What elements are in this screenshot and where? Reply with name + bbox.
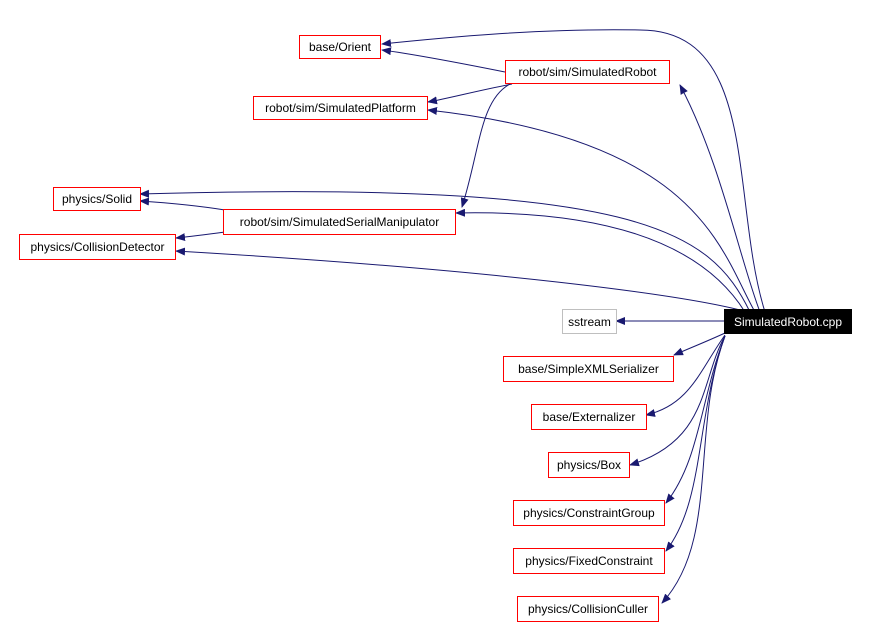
node-root-simulated-robot-cpp[interactable]: SimulatedRobot.cpp	[724, 309, 852, 334]
node-simulated-platform[interactable]: robot/sim/SimulatedPlatform	[253, 96, 428, 120]
node-orient[interactable]: base/Orient	[299, 35, 381, 59]
edge-root-fixed	[665, 335, 726, 552]
node-simple-xml-serializer[interactable]: base/SimpleXMLSerializer	[503, 356, 674, 382]
node-collision-culler[interactable]: physics/CollisionCuller	[517, 596, 659, 622]
node-box[interactable]: physics/Box	[548, 452, 630, 478]
edge-simrobot-orient	[381, 47, 506, 73]
node-collision-detector[interactable]: physics/CollisionDetector	[19, 234, 176, 260]
edge-root-simrobot	[679, 84, 761, 313]
node-constraint-group[interactable]: physics/ConstraintGroup	[513, 500, 665, 526]
node-solid[interactable]: physics/Solid	[53, 187, 141, 211]
edge-root-colldet	[175, 247, 741, 311]
node-simulated-serial-manipulator[interactable]: robot/sim/SimulatedSerialManipulator	[223, 209, 456, 235]
edge-root-simserial	[455, 208, 746, 313]
edge-root-cgroup	[665, 335, 726, 504]
node-externalizer[interactable]: base/Externalizer	[531, 404, 647, 430]
edge-simserial-solid	[139, 197, 226, 211]
node-sstream[interactable]: sstream	[562, 309, 617, 334]
edge-simserial-colldet	[175, 231, 226, 242]
node-simulated-robot[interactable]: robot/sim/SimulatedRobot	[505, 60, 670, 84]
edge-simrobot-simserial	[460, 83, 511, 208]
node-fixed-constraint[interactable]: physics/FixedConstraint	[513, 548, 665, 574]
